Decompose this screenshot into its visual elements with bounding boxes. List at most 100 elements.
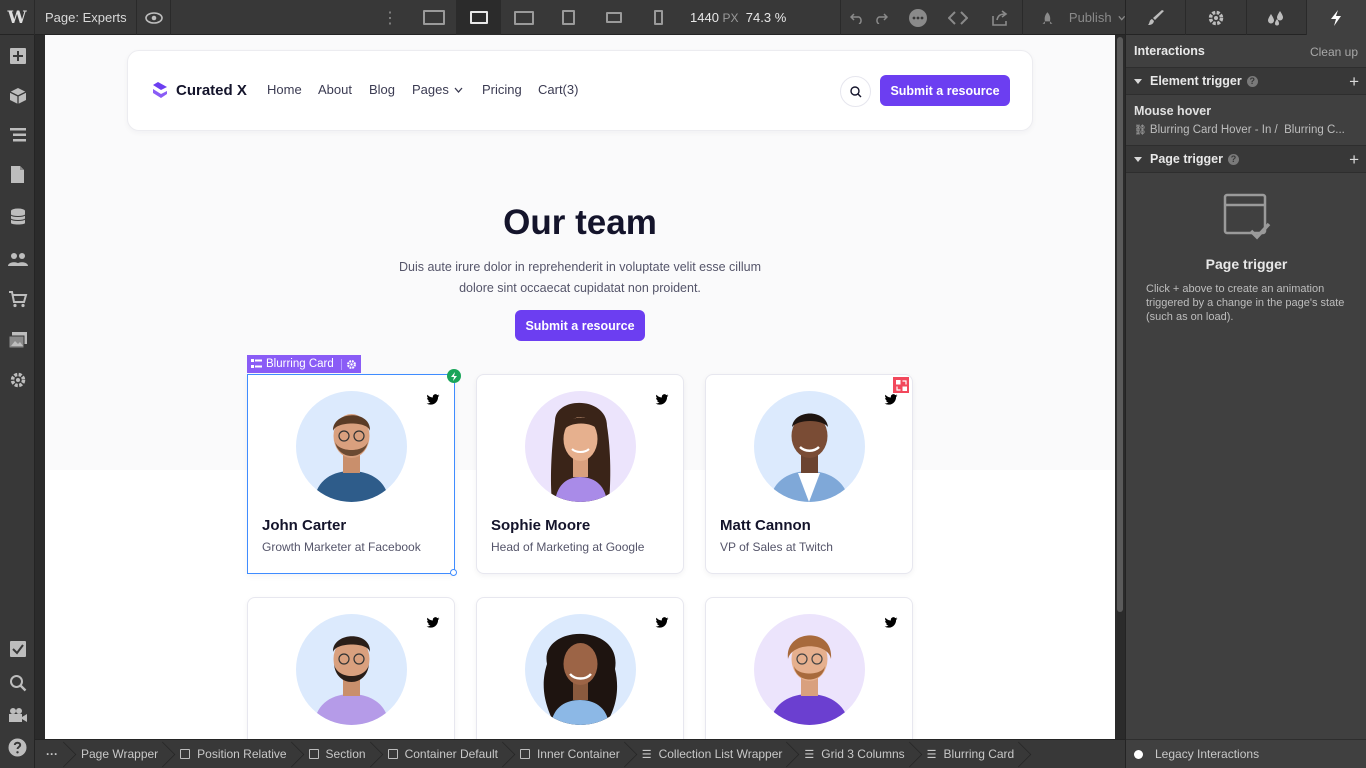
- team-card[interactable]: [705, 597, 913, 739]
- team-card[interactable]: [247, 597, 455, 739]
- legacy-interactions-toggle[interactable]: Legacy Interactions: [1126, 739, 1366, 768]
- nav-pages[interactable]: Pages: [412, 82, 482, 97]
- undo-icon[interactable]: [848, 0, 866, 35]
- element-settings-icon[interactable]: [340, 358, 357, 370]
- team-member-photo: [296, 391, 407, 502]
- caret-down-icon: [1134, 156, 1142, 162]
- add-element-trigger-icon[interactable]: +: [1349, 72, 1359, 92]
- breadcrumb-item[interactable]: Container Default: [378, 740, 510, 768]
- breadcrumb-item[interactable]: Position Relative: [170, 740, 298, 768]
- mouse-hover-trigger[interactable]: Mouse hover: [1134, 104, 1211, 118]
- collection-list-icon: ☰: [641, 748, 652, 761]
- pages-icon[interactable]: [0, 157, 35, 192]
- preview-eye-icon[interactable]: [136, 0, 171, 35]
- scrollbar-thumb[interactable]: [1117, 37, 1123, 612]
- breadcrumb-item[interactable]: Inner Container: [510, 740, 632, 768]
- users-icon[interactable]: [0, 241, 35, 276]
- team-member-name: Sophie Moore: [491, 517, 591, 534]
- breakpoint-mobile-portrait-icon[interactable]: [636, 0, 681, 35]
- interaction-lightning-icon[interactable]: [447, 369, 461, 383]
- navigator-icon[interactable]: [0, 117, 35, 152]
- team-member-photo: [754, 391, 865, 502]
- zoom-value: 74.3 %: [745, 10, 787, 25]
- style-manager-drops-icon[interactable]: [1247, 0, 1307, 35]
- twitter-icon[interactable]: [426, 393, 440, 411]
- nav-blog[interactable]: Blog: [369, 82, 412, 97]
- site-brand[interactable]: Curated X: [152, 81, 247, 99]
- code-export-icon[interactable]: [942, 0, 974, 35]
- twitter-icon[interactable]: [884, 393, 898, 411]
- team-card[interactable]: Matt Cannon VP of Sales at Twitch: [705, 374, 913, 574]
- search-icon[interactable]: [0, 665, 35, 700]
- ecommerce-cart-icon[interactable]: [0, 281, 35, 316]
- breadcrumb-item[interactable]: ☰ Grid 3 Columns: [794, 740, 916, 768]
- site-nav-links: Home About Blog Pages Pricing Cart(3): [267, 82, 578, 97]
- nav-cart[interactable]: Cart(3): [538, 82, 578, 97]
- breadcrumb-more-icon[interactable]: ···: [35, 740, 71, 768]
- mouse-hover-detail[interactable]: ⛓ Blurring Card Hover - In / Blurring C.…: [1134, 124, 1362, 136]
- redo-icon[interactable]: [872, 0, 890, 35]
- site-navbar[interactable]: Curated X Home About Blog Pages Pricing …: [127, 50, 1033, 131]
- selected-element-tag[interactable]: Blurring Card: [247, 355, 361, 373]
- container-icon: [387, 749, 398, 759]
- assets-images-icon[interactable]: [0, 322, 35, 357]
- submit-resource-button[interactable]: Submit a resource: [515, 310, 645, 341]
- breakpoint-tablet-icon[interactable]: [546, 0, 591, 35]
- rocket-icon: [1042, 11, 1053, 24]
- add-elements-icon[interactable]: [0, 38, 35, 73]
- nav-submit-resource-button[interactable]: Submit a resource: [880, 75, 1010, 106]
- page-selector[interactable]: Page: Experts: [45, 10, 127, 25]
- breakpoint-large-desktop-icon[interactable]: [411, 0, 456, 35]
- breadcrumb-item[interactable]: Page Wrapper: [71, 740, 170, 768]
- nav-home[interactable]: Home: [267, 82, 318, 97]
- share-icon[interactable]: [984, 0, 1016, 35]
- twitter-icon[interactable]: [426, 616, 440, 634]
- breakpoint-xl-icon[interactable]: [501, 0, 546, 35]
- more-options-icon[interactable]: ⋮: [380, 0, 400, 35]
- help-icon[interactable]: ?: [1246, 75, 1258, 87]
- comments-icon[interactable]: [902, 0, 934, 35]
- team-card[interactable]: Sophie Moore Head of Marketing at Google: [476, 374, 684, 574]
- settings-gear-icon[interactable]: [0, 362, 35, 397]
- video-tutorials-icon[interactable]: [0, 697, 35, 732]
- interactions-lightning-icon[interactable]: [1306, 0, 1366, 35]
- search-icon: [849, 85, 861, 97]
- help-icon[interactable]: ?: [1227, 153, 1239, 165]
- webflow-logo[interactable]: W: [0, 0, 35, 35]
- team-card[interactable]: John Carter Growth Marketer at Facebook: [247, 374, 455, 574]
- page-trigger-label: Page trigger: [1150, 152, 1223, 166]
- breakpoint-mobile-landscape-icon[interactable]: [591, 0, 636, 35]
- twitter-icon[interactable]: [655, 393, 669, 411]
- section-title: Our team: [503, 203, 657, 242]
- clean-up-button[interactable]: Clean up: [1310, 45, 1358, 59]
- width-unit: PX: [722, 11, 739, 25]
- site-search-button[interactable]: [840, 76, 871, 107]
- site-preview[interactable]: Curated X Home About Blog Pages Pricing …: [45, 35, 1115, 739]
- component-symbol-icon[interactable]: [893, 377, 909, 393]
- add-page-trigger-icon[interactable]: +: [1349, 150, 1359, 170]
- nav-pricing[interactable]: Pricing: [482, 82, 538, 97]
- cms-database-icon[interactable]: [0, 199, 35, 234]
- style-brush-icon[interactable]: [1126, 0, 1187, 35]
- symbols-cube-icon[interactable]: [0, 78, 35, 113]
- publish-button[interactable]: Publish: [1030, 0, 1125, 35]
- breadcrumb-item[interactable]: ☰ Collection List Wrapper: [632, 740, 795, 768]
- collection-grid-icon: ☰: [804, 748, 815, 761]
- element-trigger-section[interactable]: Element trigger ? +: [1126, 67, 1366, 95]
- resize-handle[interactable]: [450, 569, 457, 576]
- audit-checklist-icon[interactable]: [0, 631, 35, 666]
- nav-about[interactable]: About: [318, 82, 369, 97]
- help-icon[interactable]: [0, 730, 35, 765]
- team-card[interactable]: [476, 597, 684, 739]
- top-toolbar: W Page: Experts ⋮ 1440 PX 74.3 % Publish: [0, 0, 1125, 35]
- breadcrumb-item[interactable]: Section: [299, 740, 378, 768]
- page-trigger-section[interactable]: Page trigger ? +: [1126, 145, 1366, 173]
- canvas-scrollbar[interactable]: [1115, 35, 1125, 739]
- twitter-icon[interactable]: [655, 616, 669, 634]
- settings-gear-icon[interactable]: [1186, 0, 1247, 35]
- twitter-icon[interactable]: [884, 616, 898, 634]
- link-icon: ⛓: [1134, 125, 1147, 136]
- breakpoint-desktop-icon[interactable]: [456, 0, 501, 35]
- toggle-dot-icon: [1134, 749, 1143, 759]
- breadcrumb-item-current[interactable]: ☰ Blurring Card: [917, 740, 1027, 768]
